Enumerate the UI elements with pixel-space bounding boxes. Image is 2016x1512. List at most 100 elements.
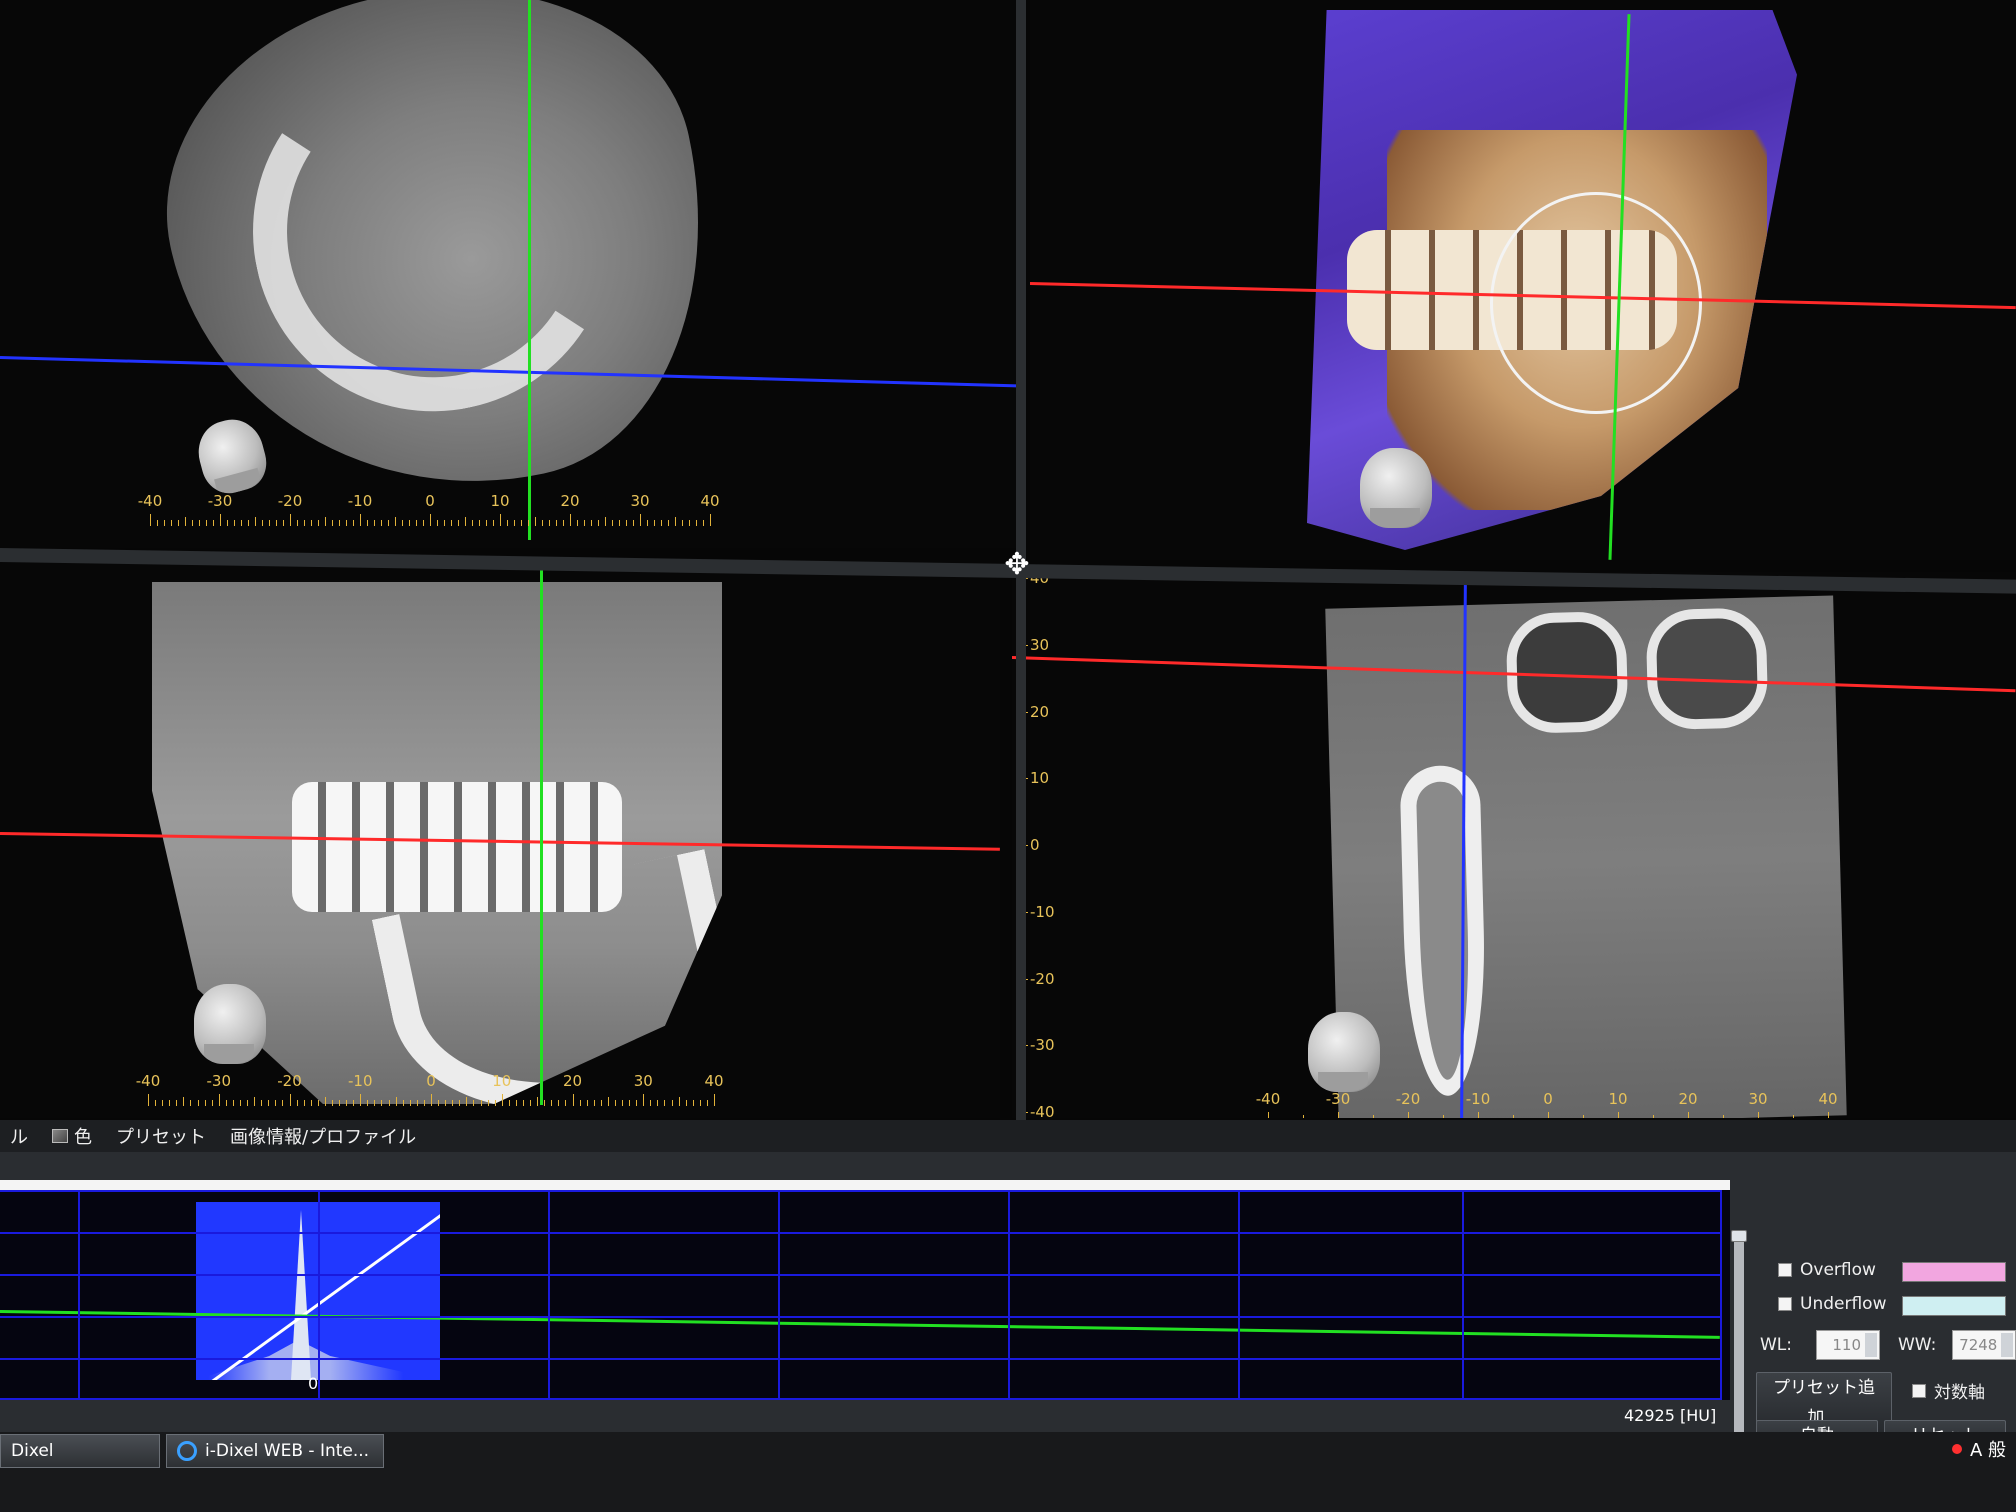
ime-indicator[interactable]: A 般 [1970, 1436, 2006, 1462]
ruler-tick [1478, 1112, 1479, 1118]
ruler-tick [339, 1100, 341, 1106]
ruler-tick [650, 1100, 652, 1106]
ruler-tick [232, 1100, 234, 1106]
ruler-tick [600, 1100, 602, 1106]
coronal-ruler: -40 -30 -20 -10 0 10 20 30 40 [1256, 1090, 1838, 1118]
ruler-tick [367, 520, 368, 526]
histogram-zero-label: 0 [308, 1374, 319, 1393]
ruler-tick [402, 1100, 404, 1106]
wl-input[interactable]: 110 [1816, 1330, 1881, 1360]
wl-spinner[interactable] [1865, 1333, 1878, 1357]
ruler-tick [626, 520, 627, 526]
ruler-tick [542, 520, 543, 526]
histogram[interactable] [0, 1190, 1730, 1400]
ruler-tick [636, 1100, 638, 1106]
ruler-tick [577, 520, 578, 526]
histogram-max-label: 42925 [HU] [1624, 1406, 1717, 1425]
ruler-tick [275, 1100, 277, 1106]
tab-color[interactable]: 色 [44, 1120, 100, 1152]
ww-spinner[interactable] [2001, 1333, 2014, 1357]
ruler-tick [304, 520, 305, 526]
axial-green-crosshair[interactable] [528, 0, 531, 540]
ruler-tick [551, 1100, 553, 1106]
ruler-tick [500, 514, 501, 526]
tab-partial[interactable]: ル [2, 1120, 36, 1152]
ruler-tick [522, 1100, 524, 1106]
histogram-gridline [78, 1190, 80, 1400]
taskbar-item-idixel-web[interactable]: i-Dixel WEB - Inte... [166, 1434, 384, 1468]
ruler-tick [1373, 1115, 1374, 1118]
ruler-tick [225, 1100, 227, 1106]
log-axis-checkbox[interactable] [1912, 1383, 1926, 1398]
panel-tabbar: ル 色 プリセット 画像情報/プロファイル [0, 1120, 2016, 1152]
tab-image-info[interactable]: 画像情報/プロファイル [222, 1120, 424, 1152]
ruler-tick [605, 517, 606, 526]
ruler-tick [311, 520, 312, 526]
ruler-label: -20 [277, 1072, 302, 1090]
ruler-tick [430, 514, 431, 526]
ruler-tick [282, 1100, 284, 1106]
ruler-tick [487, 1100, 489, 1106]
ruler-tick [696, 520, 697, 526]
ruler-tick [269, 520, 270, 526]
orientation-head-icon [194, 984, 266, 1064]
ruler-tick [647, 520, 648, 526]
ruler-tick [612, 520, 613, 526]
taskbar-item-dixel[interactable]: Dixel [0, 1434, 160, 1468]
ruler-tick [185, 517, 186, 526]
ruler-tick [654, 520, 655, 526]
ruler-tick [678, 1097, 680, 1106]
ruler-tick [416, 520, 417, 526]
roi-circle[interactable] [1490, 192, 1702, 414]
coronal-view[interactable]: -40 -30 -20 -10 0 10 20 30 40 [1012, 572, 2016, 1118]
ruler-tick [409, 1100, 411, 1106]
histogram-gridline [318, 1190, 320, 1400]
ruler-label: 30 [1030, 635, 1050, 654]
ruler-tick [685, 1100, 687, 1106]
system-tray: A 般 [1951, 1436, 2006, 1462]
ruler-tick [218, 1094, 220, 1106]
ruler-label: -10 [1465, 1090, 1491, 1108]
ruler-label: 40 [1818, 1090, 1838, 1108]
ruler-tick [458, 520, 459, 526]
ruler-label: 10 [1608, 1090, 1628, 1108]
ruler-tick [472, 520, 473, 526]
ruler-tick [459, 1100, 461, 1106]
ruler-tick [661, 520, 662, 526]
ruler-tick [297, 520, 298, 526]
ruler-tick [197, 1100, 199, 1106]
histogram-vertical-slider[interactable] [1731, 1230, 1747, 1462]
ie-icon [177, 1441, 197, 1461]
ruler-tick [598, 520, 599, 526]
ruler-tick [480, 1100, 482, 1106]
ruler-tick [689, 520, 690, 526]
underflow-checkbox[interactable] [1778, 1297, 1792, 1311]
ruler-label: -20 [1395, 1090, 1421, 1108]
ruler-tick [423, 1100, 425, 1106]
ruler-tick [714, 1094, 715, 1106]
axial-view[interactable]: -40 -30 -20 -10 0 10 20 30 40 [0, 0, 1018, 548]
histogram-gridline [778, 1190, 780, 1400]
ruler-tick [346, 520, 347, 526]
volume-render-view[interactable] [1030, 0, 2016, 560]
ww-input[interactable]: 7248 [1952, 1330, 2016, 1360]
ruler-tick [331, 1100, 333, 1106]
overflow-color-swatch[interactable] [1902, 1262, 2006, 1282]
ruler-tick [444, 520, 445, 526]
slider-knob[interactable] [1731, 1230, 1747, 1242]
sagittal-green-crosshair[interactable] [540, 560, 543, 1105]
ruler-label: 0 [426, 1072, 436, 1090]
ruler-label: -40 [1255, 1090, 1281, 1108]
move-cursor-icon: ✥ [1004, 547, 1030, 582]
ruler-tick [622, 1100, 624, 1106]
ruler-tick [332, 520, 333, 526]
tab-preset[interactable]: プリセット [108, 1120, 214, 1152]
sagittal-view[interactable]: -40 -30 -20 -10 0 10 20 30 40 [0, 560, 1000, 1118]
ruler-tick [1268, 1112, 1269, 1118]
ruler-tick [1303, 1115, 1304, 1118]
ruler-label: -10 [348, 1072, 373, 1090]
underflow-color-swatch[interactable] [1902, 1296, 2006, 1316]
ruler-tick [593, 1100, 595, 1106]
overflow-checkbox[interactable] [1778, 1263, 1792, 1277]
ruler-label: -30 [206, 1072, 232, 1090]
